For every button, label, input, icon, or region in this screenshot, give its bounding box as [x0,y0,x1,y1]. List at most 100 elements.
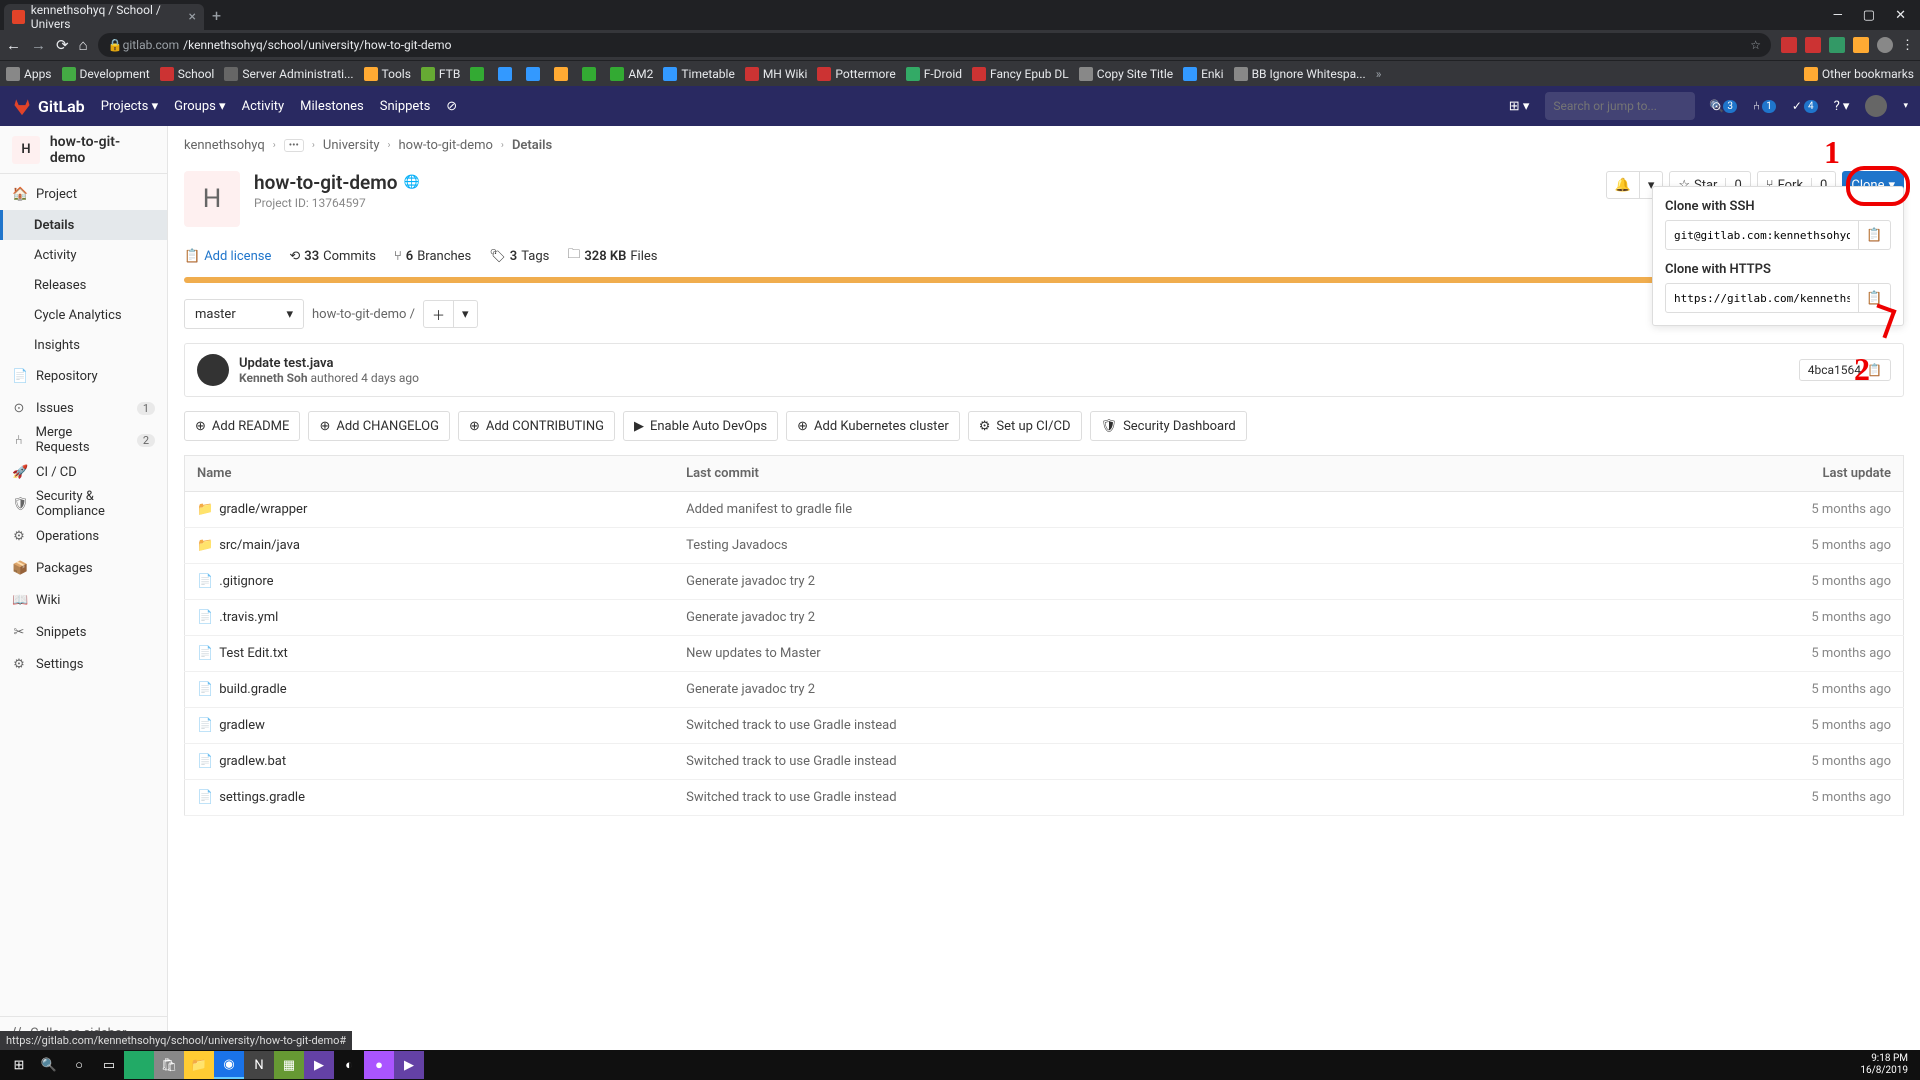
browser-tab[interactable]: kennethsohyq / School / Univers × [4,4,204,30]
sidebar-item-security-compliance[interactable]: 🛡Security & Compliance [0,488,167,520]
close-tab-icon[interactable]: × [189,9,196,25]
quick-action-set-up-ci-cd[interactable]: ⚙Set up CI/CD [968,411,1082,441]
bookmark-item[interactable]: Fancy Epub DL [972,67,1069,81]
bookmark-item[interactable]: AM2 [610,67,653,81]
breadcrumb-item[interactable]: University [323,138,380,153]
sidebar-item-merge-requests[interactable]: ⑃Merge Requests2 [0,424,167,456]
chevron-down-icon[interactable]: ▾ [1903,101,1908,111]
sidebar-item-project[interactable]: 🏠Project [0,178,167,210]
table-row[interactable]: 📁gradle/wrapperAdded manifest to gradle … [185,492,1904,528]
other-bookmarks[interactable]: Other bookmarks [1804,67,1914,81]
taskview-icon[interactable]: ▭ [94,1051,124,1079]
quick-action-add-contributing[interactable]: ⊕Add CONTRIBUTING [458,411,615,441]
bookmark-item[interactable]: Server Administrati... [224,67,353,81]
add-file-dropdown[interactable]: ▾ [454,300,478,328]
bookmark-item[interactable]: Apps [6,67,52,81]
start-button[interactable]: ⊞ [4,1051,34,1079]
bookmark-item[interactable]: Development [62,67,150,81]
table-row[interactable]: 📄.travis.ymlGenerate javadoc try 25 mont… [185,600,1904,636]
commit-message[interactable]: Update test.java [239,356,419,371]
search-taskbar-icon[interactable]: 🔍 [34,1051,64,1079]
bookmark-item[interactable] [582,67,600,81]
table-row[interactable]: 📄gradlew.batSwitched track to use Gradle… [185,744,1904,780]
gitlab-logo[interactable]: GitLab [12,96,85,116]
nav-ci-icon[interactable]: ⊘ [446,99,457,114]
clone-ssh-input[interactable] [1665,220,1859,250]
menu-icon[interactable]: ⋮ [1901,38,1914,53]
breadcrumb-item[interactable]: how-to-git-demo [399,138,493,153]
quick-action-enable-auto-devops[interactable]: ▶Enable Auto DevOps [623,411,778,441]
chrome-icon[interactable]: ◉ [214,1051,244,1079]
task-app-icon[interactable] [124,1051,154,1079]
bookmark-item[interactable]: F-Droid [906,67,962,81]
bookmark-item[interactable]: BB Ignore Whitespa... [1234,67,1366,81]
branches-stat[interactable]: ⑂ 6 Branches [394,245,471,267]
home-button[interactable]: ⌂ [79,36,88,54]
issues-badge[interactable]: ⊙3 [1711,99,1737,113]
clone-https-input[interactable] [1665,283,1859,313]
nav-milestones[interactable]: Milestones [300,99,364,114]
nav-groups[interactable]: Groups ▾ [174,99,225,114]
breadcrumb-item[interactable]: ••• [284,139,304,152]
sidebar-item-settings[interactable]: ⚙Settings [0,648,167,680]
bookmark-item[interactable] [554,67,572,81]
bookmark-item[interactable] [470,67,488,81]
bookmark-item[interactable]: School [160,67,215,81]
breadcrumb-item[interactable]: Details [512,138,552,153]
minimize-icon[interactable]: — [1833,8,1843,23]
explorer-icon[interactable]: 📁 [184,1051,214,1079]
sidebar-item-cycle-analytics[interactable]: Cycle Analytics [0,300,167,330]
user-avatar[interactable] [1865,95,1887,117]
task-app-icon[interactable]: 🛍 [154,1051,184,1079]
maximize-icon[interactable]: ▢ [1863,8,1875,23]
nav-projects[interactable]: Projects ▾ [101,99,158,114]
quick-action-security-dashboard[interactable]: 🛡Security Dashboard [1090,411,1247,441]
extension-icon[interactable] [1781,37,1797,53]
extension-icon[interactable] [1853,37,1869,53]
help-icon[interactable]: ? ▾ [1834,99,1850,114]
new-tab-button[interactable]: + [212,6,221,25]
back-button[interactable]: ← [6,36,21,54]
sidebar-item-activity[interactable]: Activity [0,240,167,270]
sidebar-item-wiki[interactable]: 📖Wiki [0,584,167,616]
add-license-link[interactable]: 📋 Add license [184,245,271,267]
bookmark-item[interactable]: Copy Site Title [1079,67,1173,81]
task-app-icon[interactable]: ● [364,1051,394,1079]
bookmark-star-icon[interactable]: ☆ [1750,38,1761,52]
task-app-icon[interactable]: ▦ [274,1051,304,1079]
bookmark-item[interactable]: MH Wiki [745,67,808,81]
copy-https-button[interactable]: 📋 [1859,283,1891,313]
extension-icon[interactable] [1829,37,1845,53]
cortana-icon[interactable]: ○ [64,1051,94,1079]
sidebar-item-issues[interactable]: ⊙Issues1 [0,392,167,424]
bookmark-item[interactable] [498,67,516,81]
notification-button[interactable]: 🔔 [1606,171,1640,199]
table-row[interactable]: 📄build.gradleGenerate javadoc try 25 mon… [185,672,1904,708]
table-row[interactable]: 📄gradlewSwitched track to use Gradle ins… [185,708,1904,744]
branch-select[interactable]: master ▾ [184,299,304,329]
bookmark-item[interactable]: Timetable [663,67,734,81]
bookmark-item[interactable]: Pottermore [817,67,895,81]
task-app-icon[interactable]: ◐ [334,1051,364,1079]
quick-action-add-readme[interactable]: ⊕Add README [184,411,300,441]
search-input[interactable] [1553,99,1709,113]
extension-icon[interactable] [1805,37,1821,53]
system-tray[interactable]: 9:18 PM 16/8/2019 [1860,1053,1916,1077]
address-bar[interactable]: 🔒 gitlab.com /kennethsohyq/school/univer… [98,33,1771,57]
search-box[interactable]: 🔍 [1545,92,1695,120]
sidebar-item-releases[interactable]: Releases [0,270,167,300]
sidebar-item-packages[interactable]: 📦Packages [0,552,167,584]
add-file-button[interactable]: ＋ [423,300,454,328]
close-window-icon[interactable]: ✕ [1895,8,1906,23]
mr-badge[interactable]: ⑃1 [1753,99,1776,113]
todo-badge[interactable]: ✓4 [1792,99,1818,113]
bookmark-item[interactable]: Tools [364,67,411,81]
table-row[interactable]: 📄settings.gradleSwitched track to use Gr… [185,780,1904,816]
path-crumb[interactable]: how-to-git-demo / [312,307,415,322]
reload-button[interactable]: ⟳ [56,36,69,54]
plus-icon[interactable]: ⊞ ▾ [1509,99,1530,114]
sidebar-item-insights[interactable]: Insights [0,330,167,360]
bookmark-item[interactable] [526,67,544,81]
table-row[interactable]: 📄.gitignoreGenerate javadoc try 25 month… [185,564,1904,600]
table-row[interactable]: 📄Test Edit.txtNew updates to Master5 mon… [185,636,1904,672]
